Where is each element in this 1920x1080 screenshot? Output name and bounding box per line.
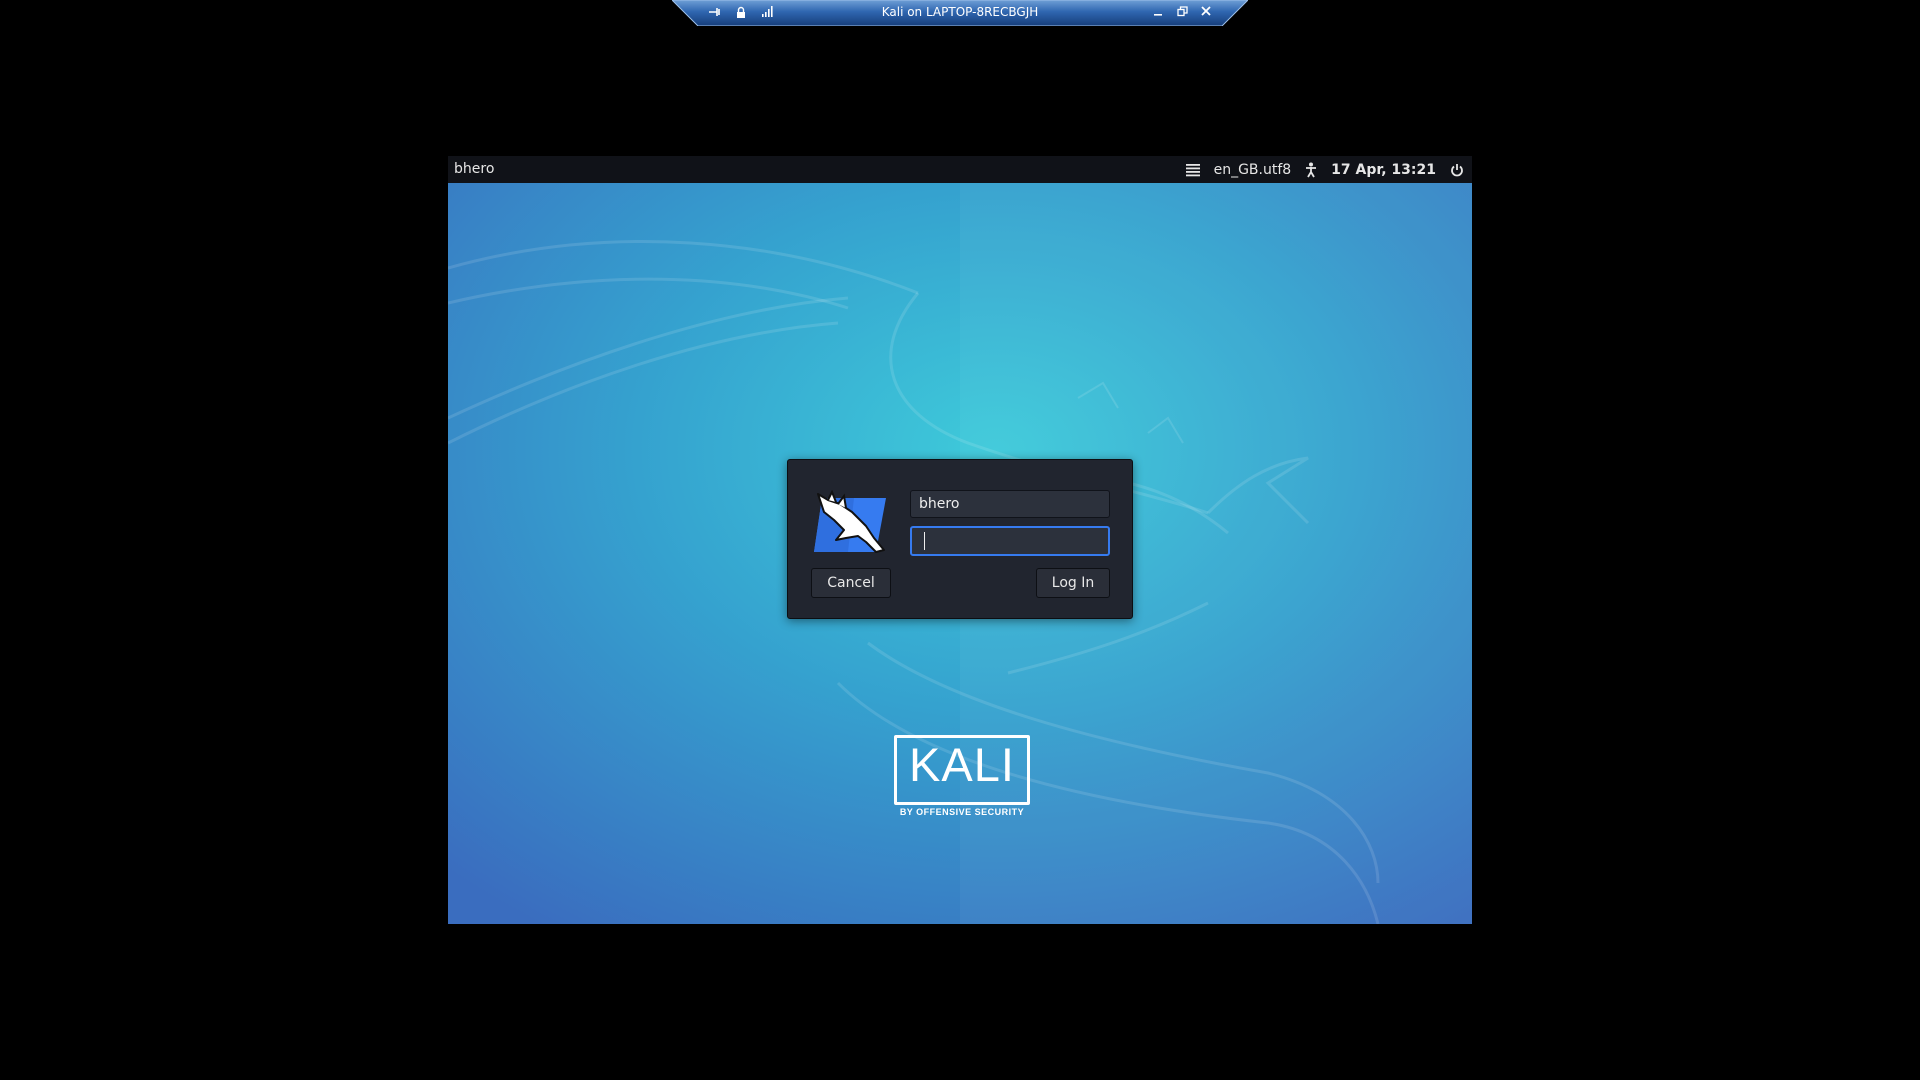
rdp-connection-bar: Kali on LAPTOP-8RECBGJH (672, 0, 1248, 26)
kali-logo-subtitle: BY OFFENSIVE SECURITY (899, 807, 1025, 817)
keyboard-layout-indicator[interactable]: en_GB.utf8 (1214, 162, 1292, 178)
panel-username: bhero (454, 161, 495, 177)
kali-logo-text: KALI (909, 738, 1015, 791)
power-icon[interactable] (1450, 163, 1464, 177)
text-caret (924, 532, 925, 550)
login-dialog: bhero Cancel Log In (787, 459, 1133, 619)
close-icon[interactable] (1200, 3, 1212, 19)
username-field[interactable]: bhero (910, 490, 1110, 518)
kali-dragon-icon (814, 489, 888, 564)
minimize-icon[interactable] (1152, 3, 1164, 19)
restore-icon[interactable] (1176, 3, 1188, 19)
login-button[interactable]: Log In (1036, 568, 1110, 598)
top-panel: bhero en_GB.utf8 17 Apr, 13:21 (448, 156, 1472, 183)
accessibility-icon[interactable] (1305, 162, 1317, 178)
vm-screen: bhero en_GB.utf8 17 Apr, 13:21 bhero Can… (448, 156, 1472, 924)
kali-logo: KALI BY OFFENSIVE SECURITY (894, 735, 1030, 817)
panel-clock[interactable]: 17 Apr, 13:21 (1331, 162, 1436, 178)
cancel-button[interactable]: Cancel (811, 568, 891, 598)
session-menu-icon[interactable] (1185, 163, 1200, 177)
password-field[interactable] (910, 526, 1110, 556)
